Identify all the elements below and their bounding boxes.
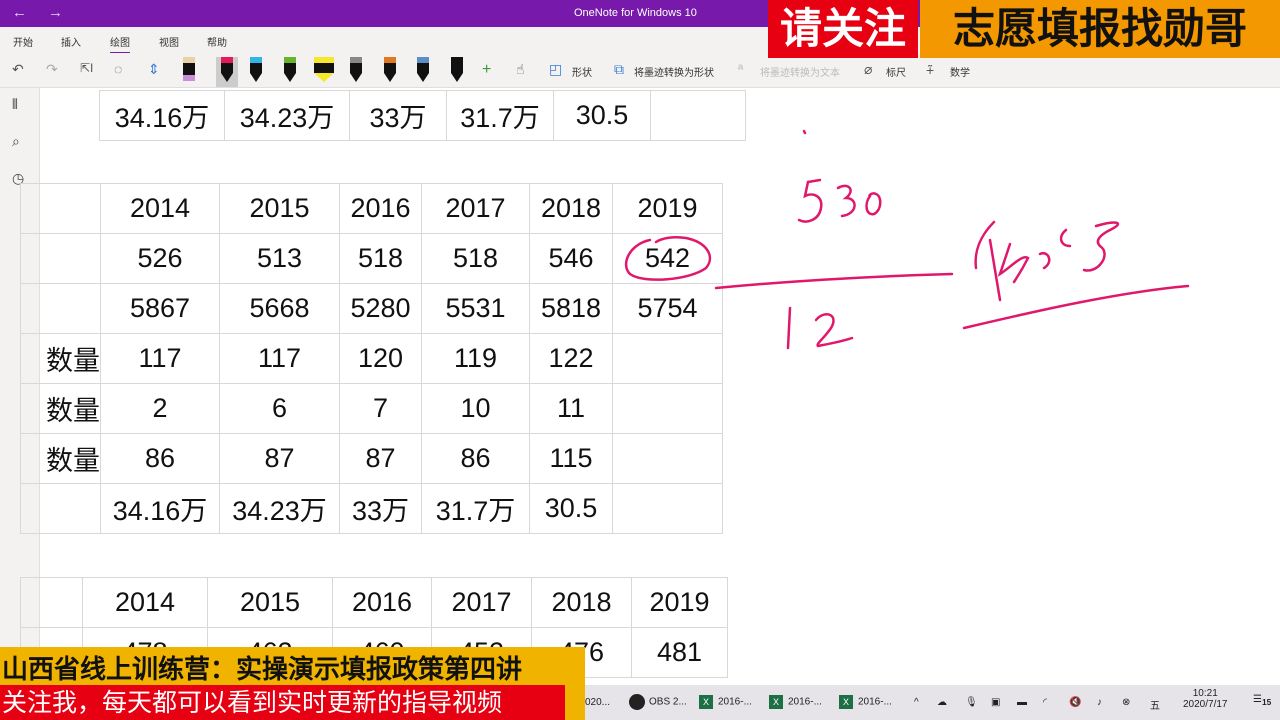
excel-icon: X	[839, 695, 853, 709]
obs-icon	[629, 694, 645, 710]
tray-app-icon[interactable]: ♪	[1097, 697, 1102, 708]
clock-date: 2020/7/17	[1183, 699, 1228, 710]
microphone-icon[interactable]: 🎙	[965, 697, 978, 708]
ink-3	[836, 184, 856, 218]
taskbar-obs[interactable]: OBS 2...	[629, 694, 687, 710]
taskbar-label: 2016-...	[718, 696, 752, 708]
excel-icon: X	[699, 695, 713, 709]
promo-banner: 山西省线上训练营：实操演示填报政策第四讲 关注我，每天都可以看到实时更新的指导视…	[0, 647, 585, 720]
ink-dot	[802, 129, 807, 135]
ime-indicator[interactable]: 五	[1150, 697, 1160, 712]
wifi-icon[interactable]: ◜	[1043, 697, 1047, 708]
excel-icon: X	[769, 695, 783, 709]
taskbar-label: OBS 2...	[649, 696, 687, 708]
close-circle-icon[interactable]: ⊗	[1122, 697, 1130, 708]
taskbar-excel-3[interactable]: X 2016-...	[839, 695, 892, 709]
ink-circle-542	[624, 235, 712, 281]
ink-2	[814, 313, 854, 348]
taskbar-label: 2016-...	[858, 696, 892, 708]
notification-center[interactable]: ☰15	[1253, 694, 1271, 707]
follow-badge: 请关注	[768, 0, 918, 58]
ink-5	[797, 178, 823, 223]
volume-muted-icon[interactable]: 🔇	[1069, 697, 1081, 708]
brand-badge: 志愿填报找勋哥	[920, 0, 1280, 58]
tray-chevron-icon[interactable]: ^	[914, 697, 919, 708]
onedrive-icon[interactable]: ☁	[937, 697, 947, 708]
taskbar-label: 2016-...	[788, 696, 822, 708]
taskbar-excel-1[interactable]: X 2016-...	[699, 695, 752, 709]
banner-subtitle: 关注我，每天都可以看到实时更新的指导视频	[0, 685, 565, 720]
ink-fraction-line	[714, 272, 954, 290]
ink-0	[865, 192, 882, 216]
battery-icon[interactable]: ▬	[1017, 697, 1027, 708]
clock-time: 10:21	[1192, 688, 1218, 699]
taskbar-excel-2[interactable]: X 2016-...	[769, 695, 822, 709]
taskbar: 020... OBS 2... X 2016-... X 2016-... X 201…	[585, 685, 1280, 720]
banner-title: 山西省线上训练营：实操演示填报政策第四讲	[2, 655, 523, 685]
ink-1	[786, 306, 792, 350]
notification-count: 15	[1261, 697, 1272, 707]
ink-di	[974, 220, 1030, 302]
taskbar-item[interactable]: 020...	[585, 697, 610, 708]
handwriting-ink	[624, 129, 1190, 350]
clock[interactable]: 10:21 2020/7/17	[1183, 688, 1228, 710]
app-tray-icon[interactable]: ▣	[991, 697, 1000, 708]
ink-yu	[1038, 221, 1120, 272]
